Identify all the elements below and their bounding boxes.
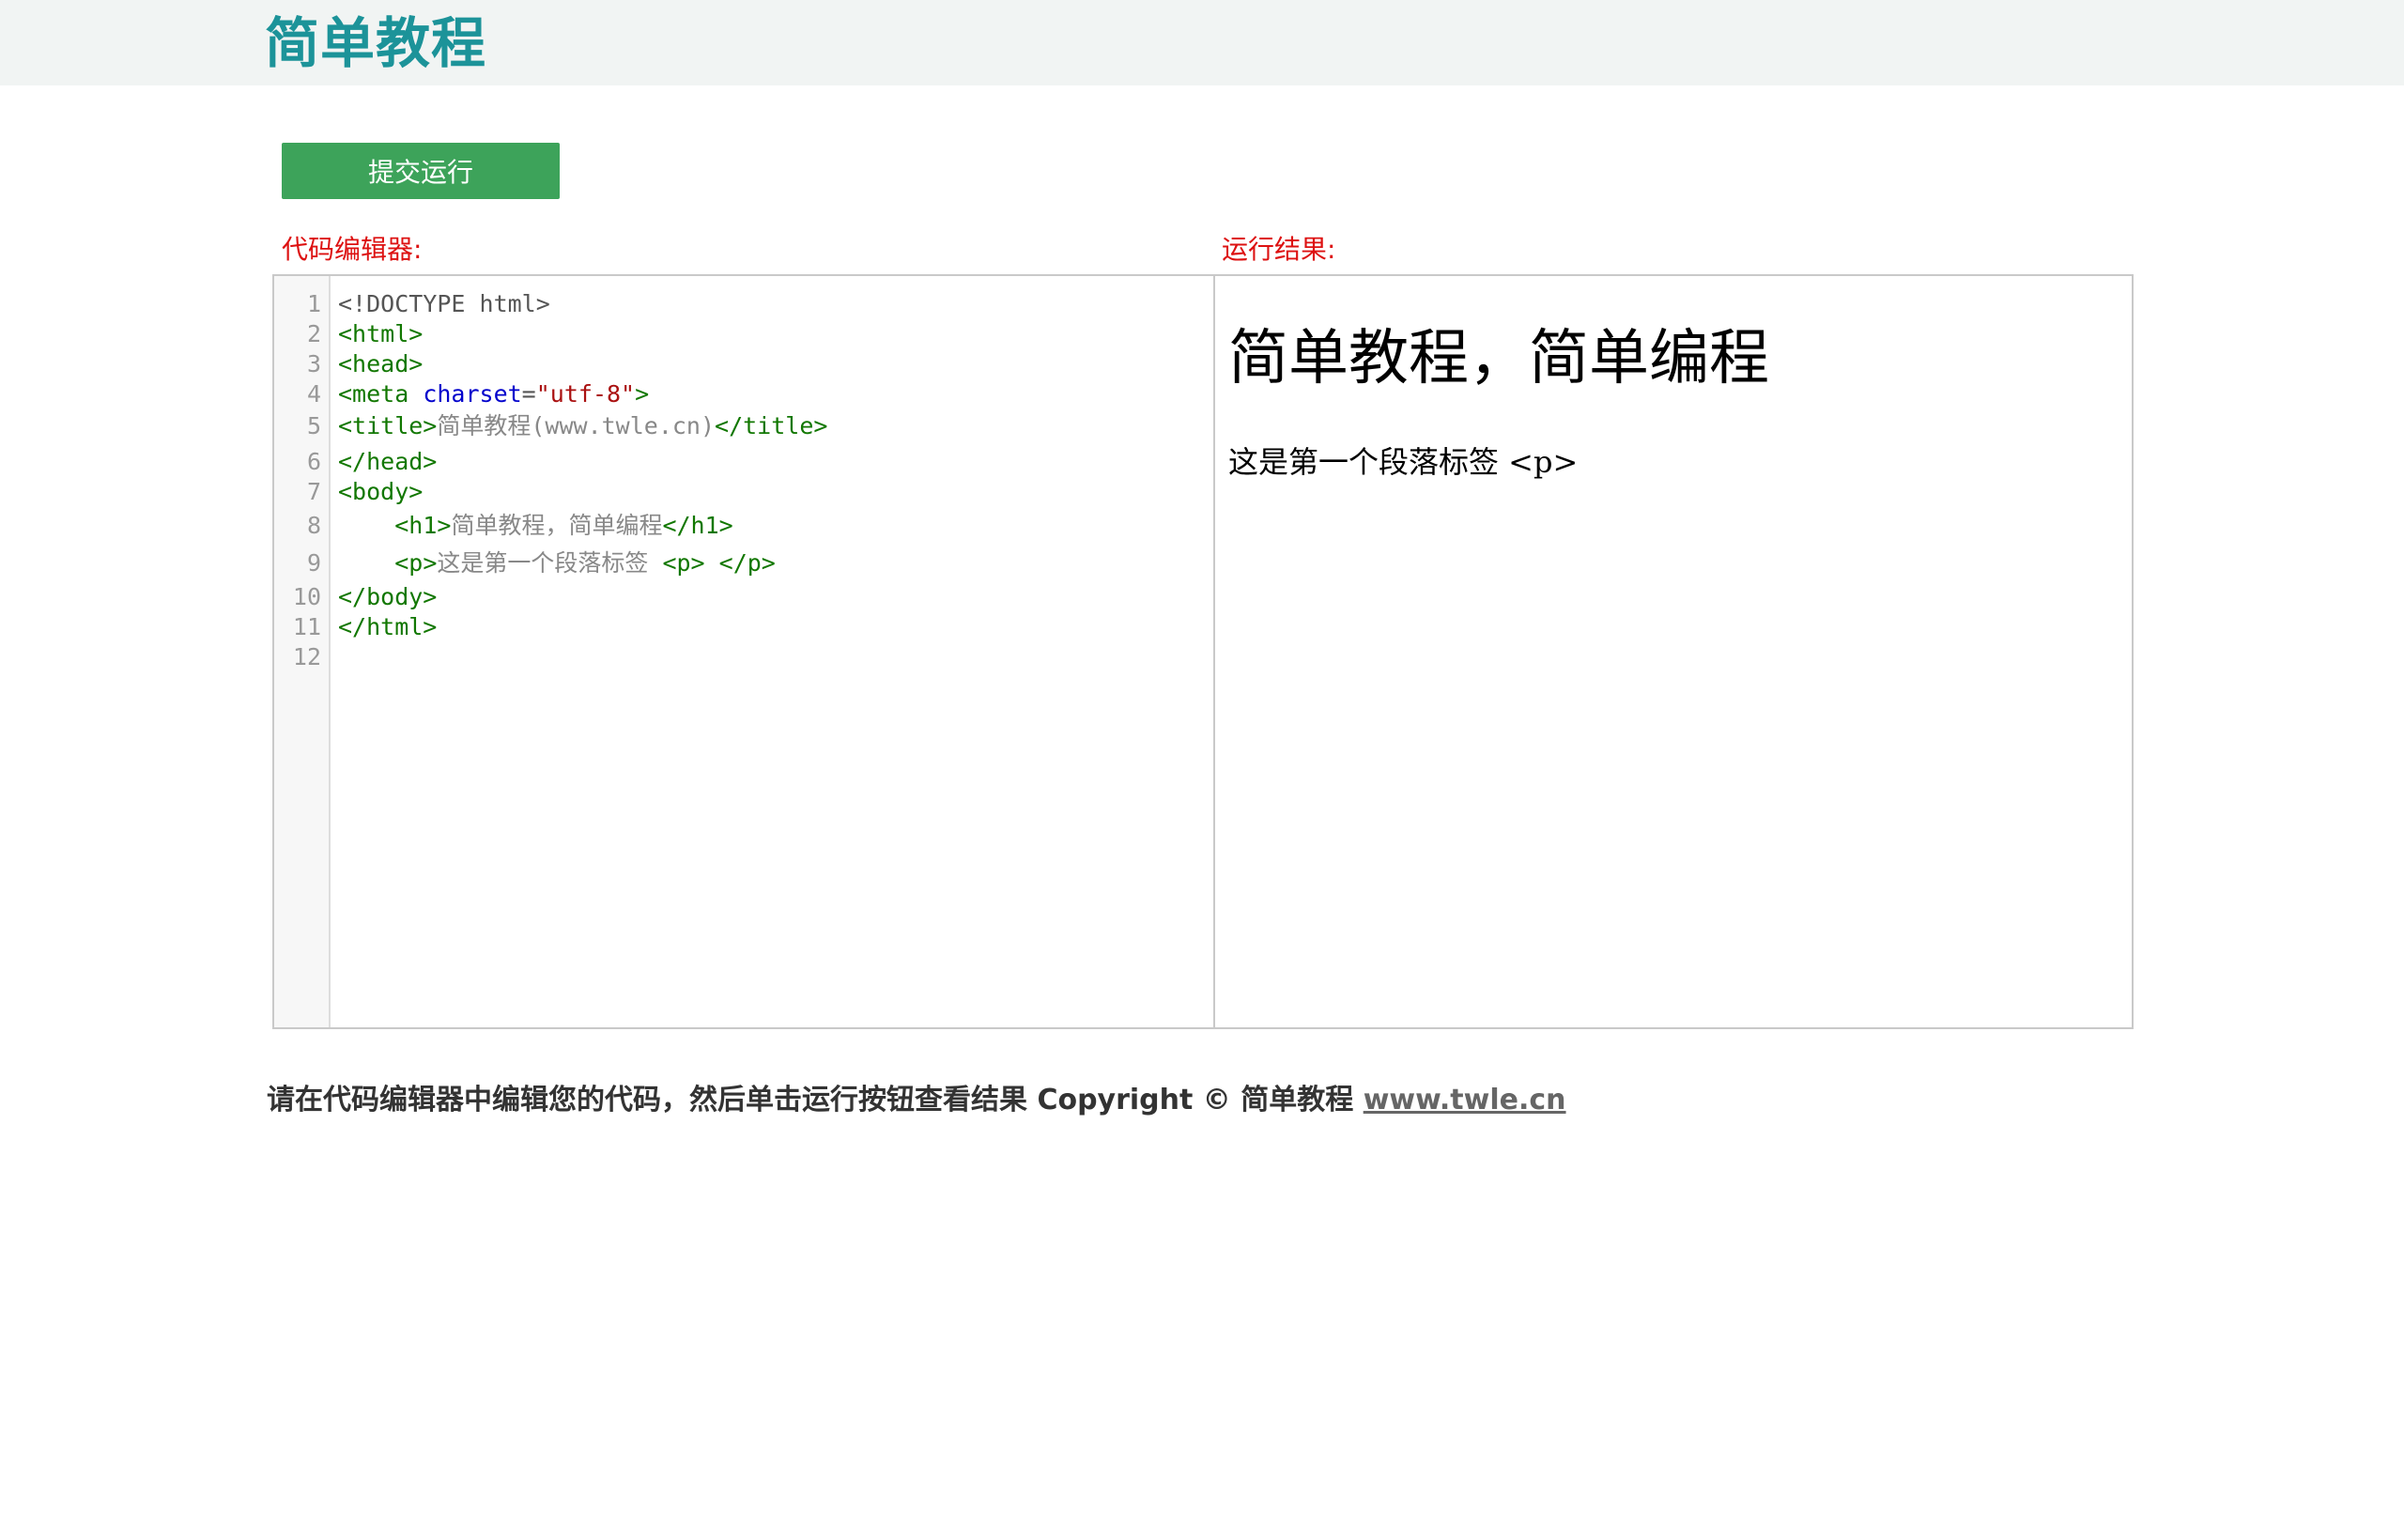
code-token: </body>	[338, 583, 438, 610]
editor-result-panels: 1 2 3 4 5 6 7 8 9 10 11 12 <!DOCTYPE html> <html> <he…	[272, 274, 2134, 1029]
code-line[interactable]: <title>简单教程(www.twle.cn)</title>	[338, 411, 827, 441]
line-number: 4	[306, 380, 321, 408]
line-number: 1	[306, 290, 321, 317]
result-label: 运行结果:	[1222, 234, 1336, 265]
code-token: <meta	[338, 380, 424, 408]
top-header: 简单教程	[0, 0, 2404, 85]
line-number: 10	[292, 583, 321, 610]
code-line[interactable]: </html>	[338, 612, 437, 642]
result-frame: 简单教程，简单编程 这是第一个段落标签 <p>	[1215, 276, 2132, 1027]
code-token: charset	[423, 380, 522, 408]
code-line[interactable]: <p>这是第一个段落标签 <p> </p>	[338, 548, 776, 578]
code-line[interactable]: </head>	[338, 447, 437, 477]
code-token: <title>	[338, 412, 438, 439]
code-line[interactable]: <html>	[338, 319, 423, 349]
code-line[interactable]: <meta charset="utf-8">	[338, 379, 649, 409]
result-paragraph: 这是第一个段落标签 <p>	[1228, 444, 1579, 480]
code-token: </html>	[338, 613, 438, 640]
line-number: 12	[292, 643, 321, 670]
code-line[interactable]: <head>	[338, 349, 423, 379]
footer-note: 请在代码编辑器中编辑您的代码，然后单击运行按钮查看结果 Copyright © …	[267, 1082, 1566, 1119]
code-token: </h1>	[662, 512, 733, 539]
run-button[interactable]: 提交运行	[282, 143, 560, 199]
line-number: 6	[306, 448, 321, 475]
code-line[interactable]: <!DOCTYPE html>	[338, 289, 550, 319]
line-number: 8	[306, 512, 321, 539]
code-line[interactable]: <body>	[338, 477, 423, 507]
line-number: 2	[306, 320, 321, 347]
code-token: <p> </p>	[662, 549, 776, 577]
code-token: =	[521, 380, 536, 408]
code-token: <!DOCTYPE html>	[338, 290, 550, 317]
code-token: <head>	[338, 350, 424, 377]
code-token: </title>	[715, 412, 828, 439]
code-token: "utf-8"	[535, 380, 636, 408]
footer-link[interactable]: www.twle.cn	[1364, 1084, 1566, 1116]
result-heading: 简单教程，简单编程	[1228, 324, 1769, 393]
line-number: 5	[306, 412, 321, 439]
code-line[interactable]: </body>	[338, 582, 437, 612]
code-token: <h1>	[394, 512, 452, 539]
line-number-gutter: 1 2 3 4 5 6 7 8 9 10 11 12	[274, 276, 331, 1027]
code-editor[interactable]: 1 2 3 4 5 6 7 8 9 10 11 12 <!DOCTYPE html> <html> <he…	[274, 276, 1213, 1027]
line-number: 9	[306, 549, 321, 577]
line-number: 3	[306, 350, 321, 377]
code-token: <body>	[338, 478, 424, 505]
code-token: >	[635, 380, 650, 408]
code-line[interactable]: <h1>简单教程，简单编程</h1>	[338, 511, 733, 541]
code-token: </head>	[338, 448, 438, 475]
code-token: 简单教程，简单编程	[451, 512, 663, 539]
footer-text: 请在代码编辑器中编辑您的代码，然后单击运行按钮查看结果 Copyright © …	[267, 1084, 1364, 1116]
line-number: 7	[306, 478, 321, 505]
code-token: <p>	[394, 549, 438, 577]
line-number: 11	[292, 613, 321, 640]
editor-label: 代码编辑器:	[282, 234, 423, 265]
site-logo[interactable]: 简单教程	[265, 6, 486, 81]
code-token: <html>	[338, 320, 424, 347]
code-token: 这是第一个段落标签	[437, 549, 663, 577]
code-token: 简单教程(www.twle.cn)	[437, 412, 716, 439]
